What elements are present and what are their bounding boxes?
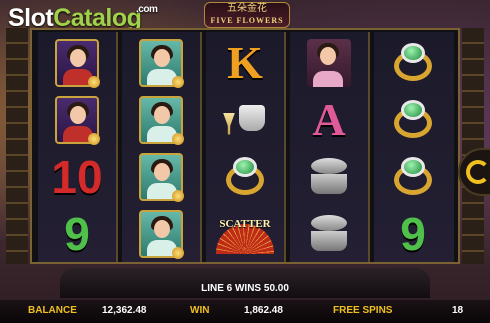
reel-cell bbox=[122, 205, 200, 262]
left-ornament bbox=[6, 28, 28, 264]
reel-cell bbox=[374, 91, 452, 148]
reel-cell bbox=[122, 91, 200, 148]
lady-red-icon bbox=[55, 38, 100, 88]
lady-green-icon bbox=[139, 152, 184, 202]
ace-symbol: A bbox=[312, 93, 346, 145]
nine-symbol: 9 bbox=[400, 207, 426, 260]
lady-green-icon bbox=[139, 95, 184, 145]
reel-cell: 9 bbox=[374, 205, 452, 262]
ring-icon bbox=[220, 155, 270, 199]
reel-cell bbox=[290, 34, 368, 91]
ring-icon bbox=[388, 41, 438, 85]
game-title-chinese: 五朵金花 bbox=[227, 3, 267, 14]
reel-cell: A bbox=[290, 91, 368, 148]
reel-cell bbox=[206, 91, 284, 148]
reel-1: 10 9 bbox=[38, 32, 118, 262]
balance-label: BALANCE bbox=[28, 305, 77, 316]
lady-green-icon bbox=[139, 38, 184, 88]
reel-cell bbox=[38, 91, 116, 148]
reel-3: K SCATTER bbox=[206, 32, 286, 262]
game-title-badge: 五朵金花 FIVE FLOWERS bbox=[204, 2, 290, 28]
nine-symbol: 9 bbox=[64, 207, 90, 260]
king-symbol: K bbox=[227, 36, 263, 88]
reel-cell bbox=[290, 205, 368, 262]
reel-cell bbox=[374, 148, 452, 205]
balance-value: 12,362.48 bbox=[102, 305, 147, 316]
reel-cell: 10 bbox=[38, 148, 116, 205]
lady-red-icon bbox=[55, 95, 100, 145]
jewelry-box-icon bbox=[307, 156, 351, 198]
reel-cell bbox=[122, 148, 200, 205]
win-label: WIN bbox=[190, 305, 210, 316]
scatter-label: SCATTER bbox=[219, 217, 271, 230]
right-ornament bbox=[462, 28, 484, 264]
lady-green-icon bbox=[139, 209, 184, 259]
reel-cell: 9 bbox=[38, 205, 116, 262]
reel-cell: SCATTER bbox=[206, 205, 284, 262]
win-value: 1,862.48 bbox=[244, 305, 283, 316]
ten-symbol: 10 bbox=[51, 150, 103, 203]
reel-cell: K bbox=[206, 34, 284, 91]
reel-cell bbox=[38, 34, 116, 91]
reel-cell bbox=[374, 34, 452, 91]
ring-icon bbox=[388, 98, 438, 142]
ring-icon bbox=[388, 155, 438, 199]
scatter-icon: SCATTER bbox=[212, 214, 278, 254]
lady-pink-icon bbox=[307, 38, 351, 87]
reel-4: A bbox=[290, 32, 370, 262]
jewelry-box-icon bbox=[307, 213, 351, 255]
reel-2 bbox=[122, 32, 202, 262]
free-spins-value: 18 bbox=[452, 305, 464, 316]
line-win-message: LINE 6 WINS 50.00 bbox=[201, 283, 289, 294]
reel-cell bbox=[206, 148, 284, 205]
champagne-icon bbox=[219, 99, 271, 141]
reel-5: 9 bbox=[374, 32, 454, 262]
reel-frame: 10 9 K SCATTER A 9 bbox=[30, 28, 460, 264]
reel-cell bbox=[122, 34, 200, 91]
reel-cell bbox=[290, 148, 368, 205]
free-spins-label: FREE SPINS bbox=[333, 305, 393, 316]
game-title-english: FIVE FLOWERS bbox=[210, 16, 284, 25]
refresh-arrow-icon bbox=[466, 160, 490, 184]
